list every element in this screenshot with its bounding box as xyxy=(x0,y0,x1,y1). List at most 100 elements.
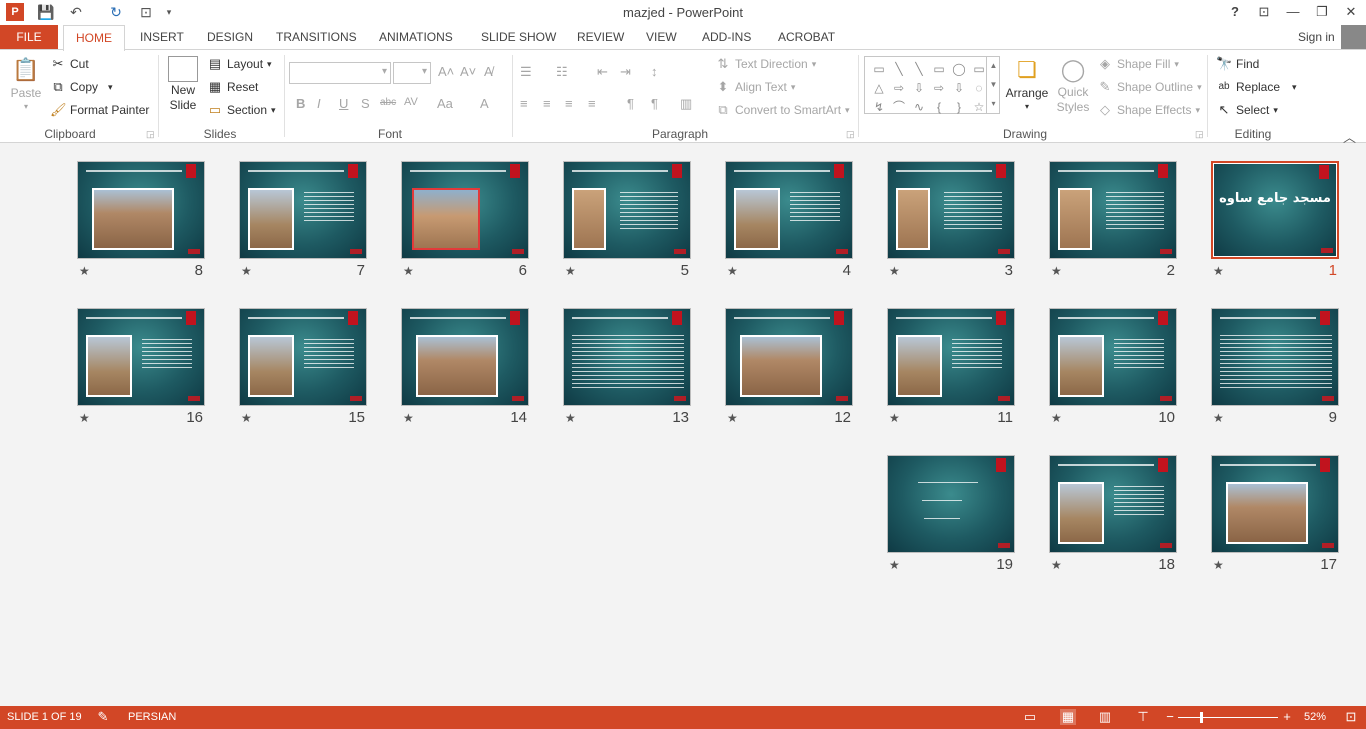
normal-view-icon[interactable]: ▭ xyxy=(1022,709,1038,725)
tab-acrobat[interactable]: ACROBAT xyxy=(778,30,835,44)
shape-fill-button[interactable]: ◈ Shape Fill ▾ xyxy=(1097,56,1179,72)
slide-thumbnail[interactable] xyxy=(1049,455,1177,553)
transition-star-icon[interactable]: ★ xyxy=(403,411,414,425)
tab-transitions[interactable]: TRANSITIONS xyxy=(276,30,357,44)
ltr-icon[interactable]: ¶ xyxy=(627,96,634,111)
transition-star-icon[interactable]: ★ xyxy=(727,264,738,278)
transition-star-icon[interactable]: ★ xyxy=(889,264,900,278)
ribbon-options-button[interactable]: ⊡ xyxy=(1251,2,1277,22)
dialog-launcher-icon[interactable]: ◲ xyxy=(846,129,855,140)
shadow-icon[interactable]: S xyxy=(361,96,370,111)
transition-star-icon[interactable]: ★ xyxy=(79,411,90,425)
zoom-level[interactable]: 52% xyxy=(1304,711,1326,723)
transition-star-icon[interactable]: ★ xyxy=(1051,411,1062,425)
zoom-slider-thumb[interactable] xyxy=(1200,712,1203,723)
shape-gallery-item[interactable]: } xyxy=(949,97,969,116)
shape-gallery-item[interactable]: ⇩ xyxy=(909,78,929,97)
find-button[interactable]: 🔭 Find xyxy=(1216,56,1259,72)
bullets-icon[interactable]: ☰ xyxy=(520,64,532,80)
decrease-indent-icon[interactable]: ⇤ xyxy=(597,64,608,80)
change-case-icon[interactable]: Aa xyxy=(437,96,453,111)
transition-star-icon[interactable]: ★ xyxy=(1051,558,1062,572)
slide-thumbnail[interactable] xyxy=(239,308,367,406)
slide-thumbnail[interactable]: مسجد جامع ساوه xyxy=(1211,161,1339,259)
new-slide-button[interactable]: New Slide xyxy=(165,56,201,112)
chevron-down-icon[interactable]: ▼ xyxy=(987,75,1000,94)
justify-icon[interactable]: ≡ xyxy=(588,96,596,111)
slide-thumbnail[interactable] xyxy=(77,308,205,406)
reset-button[interactable]: ▦ Reset xyxy=(207,79,259,95)
increase-indent-icon[interactable]: ⇥ xyxy=(620,64,631,80)
shape-gallery-item[interactable]: ⇨ xyxy=(889,78,909,97)
transition-star-icon[interactable]: ★ xyxy=(889,558,900,572)
shape-gallery-item[interactable]: ▭ xyxy=(869,59,889,78)
shape-gallery-item[interactable]: ▭ xyxy=(929,59,949,78)
convert-smartart-button[interactable]: ⧉ Convert to SmartArt ▾ xyxy=(715,102,849,118)
chevron-up-icon[interactable]: ▲ xyxy=(987,56,1000,75)
zoom-out-icon[interactable]: − xyxy=(1162,709,1178,725)
shape-gallery-item[interactable]: { xyxy=(929,97,949,116)
shape-gallery-item[interactable]: ◯ xyxy=(949,59,969,78)
minimize-button[interactable]: — xyxy=(1280,2,1306,22)
shape-gallery-item[interactable]: ╲ xyxy=(909,59,929,78)
transition-star-icon[interactable]: ★ xyxy=(79,264,90,278)
columns-icon[interactable]: ▥ xyxy=(680,96,692,112)
transition-star-icon[interactable]: ★ xyxy=(1213,558,1224,572)
section-button[interactable]: ▭ Section ▾ xyxy=(207,102,276,118)
cut-button[interactable]: ✂ Cut xyxy=(50,56,89,72)
zoom-slider[interactable] xyxy=(1178,717,1278,718)
align-center-icon[interactable]: ≡ xyxy=(543,96,551,111)
strikethrough-icon[interactable]: abc xyxy=(380,97,396,108)
slide-thumbnail[interactable] xyxy=(725,308,853,406)
shape-gallery-item[interactable]: ╲ xyxy=(889,59,909,78)
tab-add-ins[interactable]: ADD-INS xyxy=(702,30,751,44)
dialog-launcher-icon[interactable]: ◲ xyxy=(1195,129,1204,140)
transition-star-icon[interactable]: ★ xyxy=(1213,264,1224,278)
copy-button[interactable]: ⧉ Copy ▾ xyxy=(50,79,112,95)
slide-thumbnail[interactable] xyxy=(887,308,1015,406)
transition-star-icon[interactable]: ★ xyxy=(565,411,576,425)
align-text-button[interactable]: ⬍ Align Text ▾ xyxy=(715,79,796,95)
close-button[interactable]: ✕ xyxy=(1338,2,1364,22)
transition-star-icon[interactable]: ★ xyxy=(1213,411,1224,425)
language-indicator[interactable]: PERSIAN xyxy=(128,711,176,723)
select-button[interactable]: ↖ Select ▾ xyxy=(1216,102,1278,118)
transition-star-icon[interactable]: ★ xyxy=(403,264,414,278)
shape-gallery-item[interactable]: ↯ xyxy=(869,97,889,116)
tab-file[interactable]: FILE xyxy=(0,25,58,50)
slide-thumbnail[interactable] xyxy=(1211,308,1339,406)
tab-review[interactable]: REVIEW xyxy=(577,30,624,44)
numbering-icon[interactable]: ☷ xyxy=(556,64,568,80)
dialog-launcher-icon[interactable]: ◲ xyxy=(146,129,155,140)
tab-design[interactable]: DESIGN xyxy=(207,30,253,44)
shape-gallery-item[interactable]: ⇩ xyxy=(949,78,969,97)
paste-button[interactable]: 📋 Paste ▾ xyxy=(9,56,43,111)
slide-thumbnail[interactable] xyxy=(401,308,529,406)
sign-in-link[interactable]: Sign in xyxy=(1298,30,1335,44)
slide-thumbnail[interactable] xyxy=(887,455,1015,553)
more-icon[interactable]: ▾ xyxy=(987,94,1000,113)
shapes-gallery[interactable]: ▭ ╲ ╲ ▭ ◯ ▭ △ ⇨ ⇩ ⇨ ⇩ ◌ ↯ ⌒ ∿{} ☆ xyxy=(864,56,1000,114)
avatar[interactable] xyxy=(1341,25,1366,50)
zoom-in-icon[interactable]: + xyxy=(1279,709,1295,725)
font-color-icon[interactable]: A xyxy=(480,96,489,111)
shape-gallery-item[interactable]: ⌒ xyxy=(889,97,909,116)
align-left-icon[interactable]: ≡ xyxy=(520,96,528,111)
shape-outline-button[interactable]: ✎ Shape Outline ▾ xyxy=(1097,79,1202,95)
slide-thumbnail[interactable] xyxy=(563,308,691,406)
slide-thumbnail[interactable] xyxy=(1049,308,1177,406)
tab-animations[interactable]: ANIMATIONS xyxy=(379,30,453,44)
font-size-combo[interactable] xyxy=(393,62,431,84)
shape-gallery-item[interactable]: ∿ xyxy=(909,97,929,116)
tab-view[interactable]: VIEW xyxy=(646,30,677,44)
slide-sorter-view-icon[interactable]: ▦ xyxy=(1060,709,1076,725)
font-family-combo[interactable] xyxy=(289,62,391,84)
slide-thumbnail[interactable] xyxy=(77,161,205,259)
transition-star-icon[interactable]: ★ xyxy=(727,411,738,425)
slide-thumbnail[interactable] xyxy=(401,161,529,259)
clear-format-icon[interactable]: A̸ xyxy=(484,64,493,79)
shape-gallery-item[interactable]: △ xyxy=(869,78,889,97)
restore-button[interactable]: ❐ xyxy=(1309,2,1335,22)
layout-button[interactable]: ▤ Layout ▾ xyxy=(207,56,272,72)
slide-thumbnail[interactable] xyxy=(563,161,691,259)
